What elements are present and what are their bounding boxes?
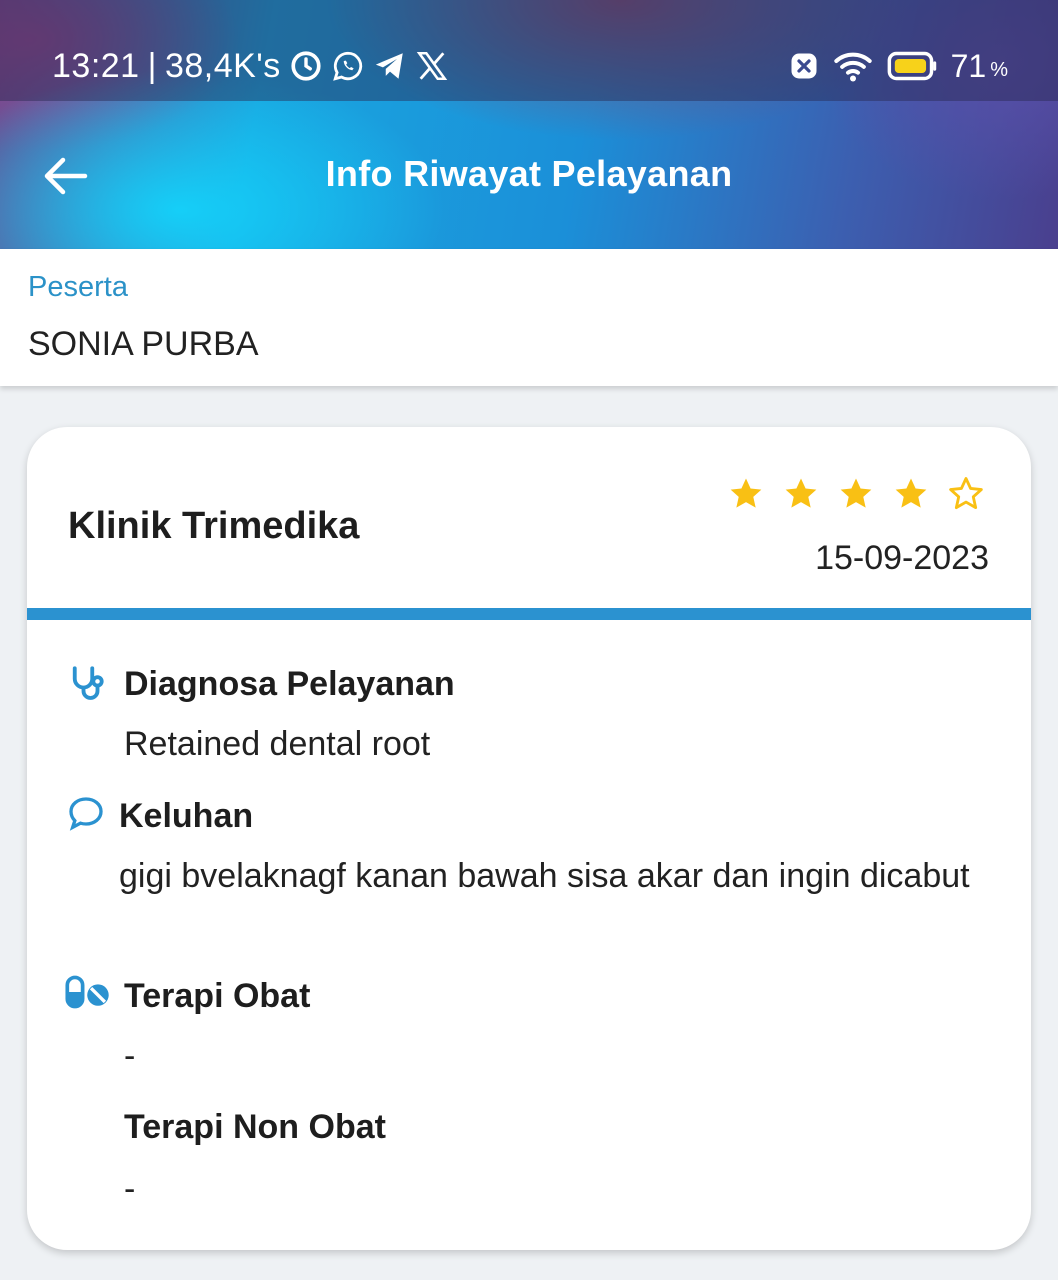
star-filled-icon <box>730 478 762 508</box>
status-time: 13:21 <box>52 46 140 85</box>
non-drug-therapy-value: - <box>124 1170 136 1208</box>
visit-date: 15-09-2023 <box>815 539 989 577</box>
complaint-title: Keluhan <box>119 797 254 835</box>
whatsapp-icon <box>332 51 362 81</box>
wifi-icon <box>833 52 872 82</box>
star-outline-icon <box>949 477 983 510</box>
star-filled-icon <box>840 478 872 508</box>
diagnosis-title: Diagnosa Pelayanan <box>124 665 455 703</box>
x-icon <box>416 51 448 81</box>
status-bar-right: 71 % <box>789 46 1008 86</box>
telegram-icon <box>375 53 403 79</box>
network-speed: 38,4K's <box>164 46 281 85</box>
drug-therapy-value: - <box>124 1037 136 1075</box>
complaint-value: gigi bvelaknagf kanan bawah sisa akar da… <box>119 857 970 895</box>
clinic-name: Klinik Trimedika <box>68 505 360 547</box>
page-title: Info Riwayat Pelayanan <box>325 153 733 194</box>
participant-panel: Peserta SONIA PURBA <box>0 249 1058 386</box>
non-drug-therapy-title: Terapi Non Obat <box>124 1108 386 1146</box>
participant-label: Peserta <box>28 271 128 303</box>
alarm-icon <box>291 51 321 81</box>
star-filled-icon <box>895 478 927 508</box>
star-filled-icon <box>785 478 817 508</box>
status-bar: 13:21 | 38,4K's 71 % <box>0 0 1058 101</box>
drug-therapy-title: Terapi Obat <box>124 977 311 1015</box>
status-separator: | <box>147 46 157 85</box>
status-bar-left: 13:21 | 38,4K's <box>52 46 449 86</box>
app-bar: Info Riwayat Pelayanan <box>0 101 1058 249</box>
battery-icon <box>887 51 936 81</box>
participant-name: SONIA PURBA <box>28 325 259 363</box>
no-sim-icon <box>791 53 817 79</box>
card-divider <box>27 608 1031 620</box>
battery-percent-unit: % <box>990 58 1008 81</box>
battery-percent: 71 <box>950 47 987 84</box>
rating-stars <box>727 475 985 513</box>
diagnosis-value: Retained dental root <box>124 725 431 763</box>
visit-history-card[interactable]: Klinik Trimedika 15-09-2023 Diagnosa Pel… <box>27 427 1031 1250</box>
chat-bubble-icon <box>69 797 103 831</box>
pills-icon <box>65 975 109 1009</box>
stethoscope-icon <box>72 666 104 700</box>
